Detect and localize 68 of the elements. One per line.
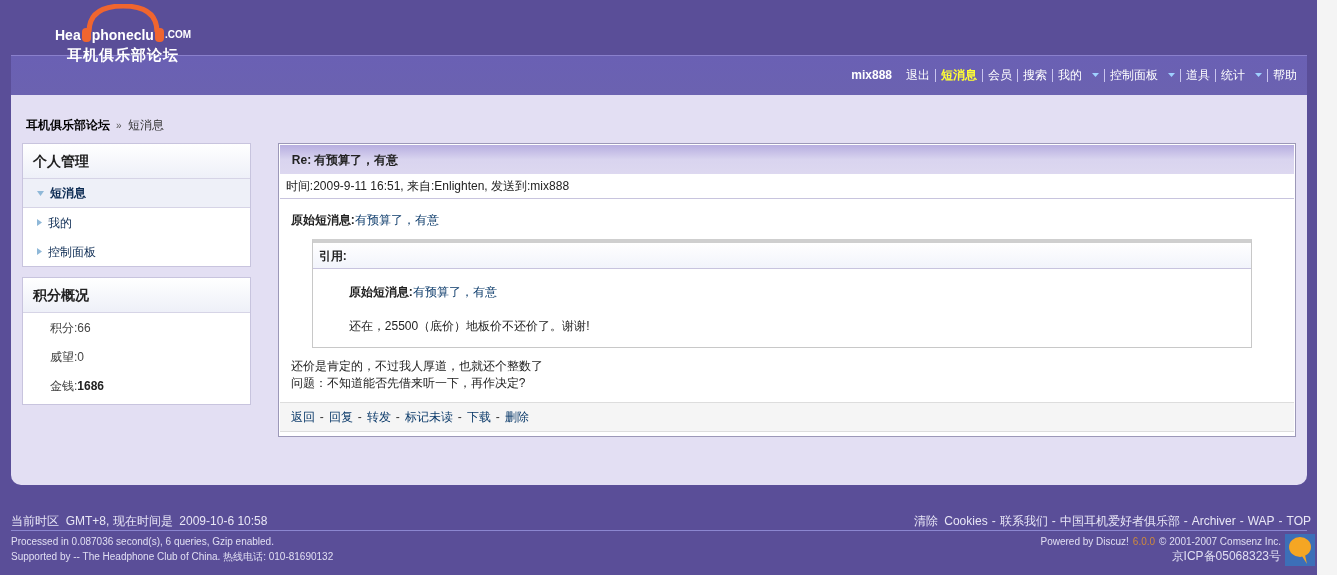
quote-text: 还在，25500（底价）地板价不还价了。谢谢!: [348, 318, 591, 335]
action-link[interactable]: 回复: [328, 408, 353, 426]
action-link[interactable]: 下载: [466, 408, 491, 426]
original-message-link[interactable]: 有预算了，有意: [412, 283, 497, 301]
collapsed-caret-icon: [37, 248, 42, 255]
link-separator: -: [1051, 512, 1056, 530]
action-link[interactable]: 删除: [504, 408, 529, 426]
action-separator: -: [457, 409, 462, 426]
action-link[interactable]: 返回: [290, 408, 315, 426]
action-separator: -: [319, 409, 324, 426]
original-label: 原始短消息:: [348, 284, 413, 301]
logo-subtitle: 耳机俱乐部论坛: [67, 45, 179, 65]
dropdown-caret-icon: [1092, 73, 1099, 77]
logo-wordmark: Hea: [55, 28, 81, 42]
link-separator: -: [1278, 512, 1283, 530]
headphone-cup-icon: [153, 28, 165, 42]
footer-link[interactable]: Archiver: [1191, 511, 1236, 530]
action-separator: -: [357, 409, 362, 426]
nav-link[interactable]: 统计: [1221, 66, 1262, 84]
nav-link[interactable]: 退出: [906, 66, 930, 84]
dropdown-caret-icon: [1255, 73, 1262, 77]
nav-link[interactable]: 会员: [988, 66, 1012, 84]
nav-link[interactable]: 控制面板: [1110, 66, 1175, 84]
action-link[interactable]: 标记未读: [404, 408, 453, 426]
icp-text: 京ICP备05068323号: [1171, 549, 1281, 564]
breadcrumb-current: 短消息: [127, 117, 164, 134]
sidebar-item[interactable]: 控制面板: [23, 237, 250, 266]
original-message-link[interactable]: 有预算了，有意: [354, 211, 439, 229]
expanded-caret-icon: [37, 190, 44, 196]
message-text: 问题：不知道能否先借来听一下，再作决定?: [290, 375, 527, 392]
username[interactable]: mix888: [851, 66, 892, 84]
supported-text: Supported by -- The Headphone Club of China. 热线电话: 010-81690132: [11, 550, 334, 564]
sidebar-item[interactable]: 短消息: [23, 179, 250, 208]
message-title: Re: 有预算了，有意: [279, 145, 1294, 174]
footer-link[interactable]: WAP: [1247, 511, 1275, 530]
footer-link[interactable]: TOP: [1286, 511, 1311, 530]
speech-bubble-icon: [1285, 534, 1315, 566]
nav-link[interactable]: 搜索: [1023, 66, 1047, 84]
message-text: 还价是肯定的，不过我人厚道，也就还个整数了: [290, 358, 544, 375]
stat-item: 威望:0: [49, 348, 86, 366]
powered-by-text: Powered by Discuz! 6.0.0 © 2001-2007 Comsenz Inc.: [1040, 535, 1281, 549]
sidebar-item[interactable]: 我的: [23, 208, 250, 237]
original-label: 原始短消息:: [290, 212, 355, 229]
breadcrumb-separator: »: [116, 118, 122, 133]
stat-item: 金钱:1686: [49, 377, 106, 395]
collapsed-caret-icon: [37, 219, 42, 226]
dropdown-caret-icon: [1168, 73, 1175, 77]
link-separator: -: [1239, 512, 1244, 530]
headphone-cup-icon: [80, 28, 92, 42]
processed-text: Processed in 0.087036 second(s), 6 queries, Gzip enabled.: [11, 535, 275, 549]
nav-link[interactable]: 帮助: [1273, 66, 1297, 84]
action-separator: -: [495, 409, 500, 426]
stat-item: 积分:66: [49, 319, 92, 337]
nav-link[interactable]: 道具: [1186, 66, 1210, 84]
breadcrumb-link[interactable]: 耳机俱乐部论坛: [26, 116, 110, 134]
timezone-text: 当前时区 GMT+8, 现在时间是 2009-10-6 10:58: [11, 512, 268, 530]
logo-wordmark: phoneclu: [91, 28, 154, 42]
logo-wordmark: .COM: [164, 30, 192, 40]
nav-link[interactable]: 我的: [1058, 66, 1099, 84]
message-meta: 时间:2009-9-11 16:51, 来自:Enlighten, 发送到:mix888: [279, 174, 1294, 199]
footer-link[interactable]: 清除 Cookies: [913, 511, 988, 530]
footer-link[interactable]: 中国耳机爱好者俱乐部: [1059, 511, 1180, 530]
link-separator: -: [991, 512, 996, 530]
nav-link[interactable]: 短消息: [941, 66, 977, 84]
footer-link[interactable]: 联系我们: [999, 511, 1048, 530]
action-separator: -: [395, 409, 400, 426]
link-separator: -: [1183, 512, 1188, 530]
action-link[interactable]: 转发: [366, 408, 391, 426]
